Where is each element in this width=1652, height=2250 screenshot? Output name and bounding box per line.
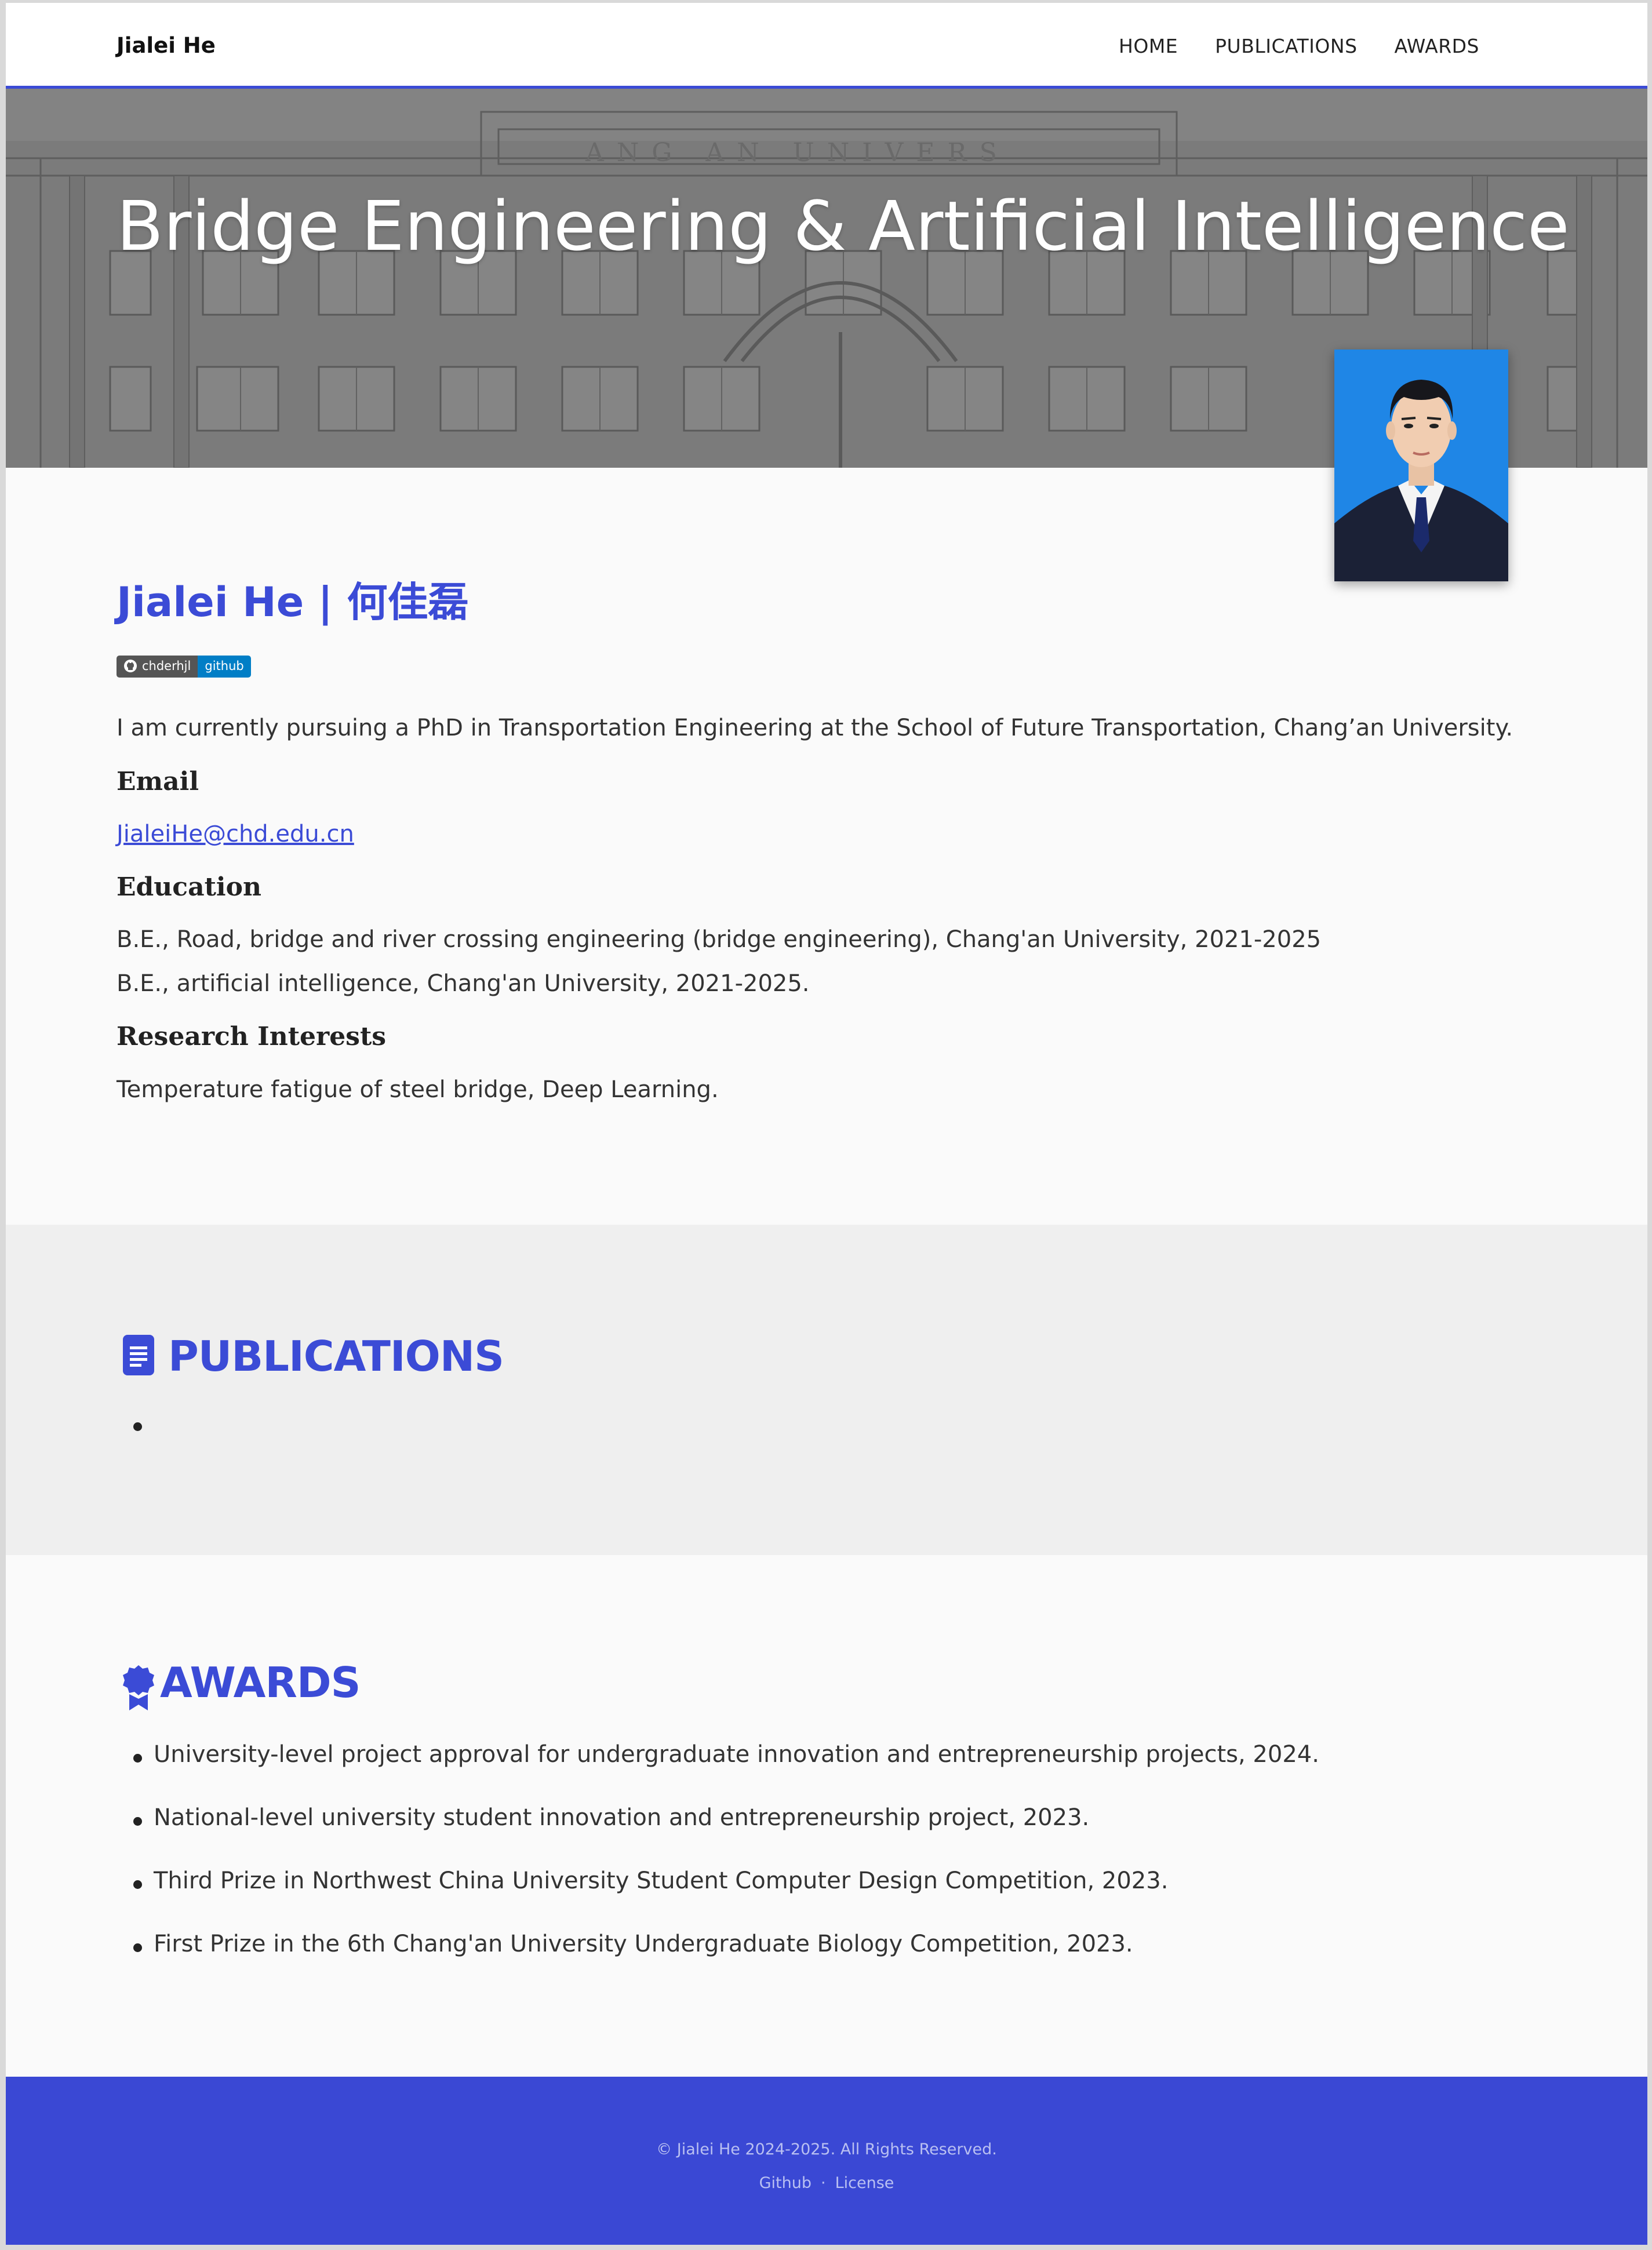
award-ribbon-icon — [122, 1664, 155, 1714]
email-heading: Email — [117, 767, 199, 796]
award-item: First Prize in the 6th Chang'an Universi… — [154, 1931, 1133, 1957]
research-text: Temperature fatigue of steel bridge, Dee… — [117, 1076, 719, 1103]
page: Jialei He HOME PUBLICATIONS AWARDS ANG A… — [6, 3, 1647, 2245]
profile-name-heading: Jialei He | 何佳磊 — [117, 578, 469, 626]
footer-separator: · — [820, 2174, 826, 2192]
nav-link-publications[interactable]: PUBLICATIONS — [1215, 35, 1357, 57]
footer-link-license[interactable]: License — [835, 2174, 894, 2192]
site-footer: © Jialei He 2024-2025. All Rights Reserv… — [6, 2077, 1647, 2245]
education-item: B.E., Road, bridge and river crossing en… — [117, 926, 1322, 953]
education-heading: Education — [117, 872, 261, 902]
nav-links: HOME PUBLICATIONS AWARDS — [1119, 35, 1479, 57]
document-icon — [122, 1334, 155, 1379]
award-list-bullet — [133, 1754, 142, 1763]
research-heading: Research Interests — [117, 1022, 387, 1051]
nav-link-home[interactable]: HOME — [1119, 35, 1178, 57]
profile-photo — [1334, 349, 1508, 581]
nav-link-awards[interactable]: AWARDS — [1395, 35, 1479, 57]
intro-text: I am currently pursuing a PhD in Transpo… — [117, 715, 1513, 741]
publication-list-bullet — [133, 1422, 142, 1431]
footer-links: Github · License — [6, 2174, 1647, 2192]
publications-section: PUBLICATIONS — [6, 1225, 1647, 1555]
award-list-bullet — [133, 1943, 142, 1952]
award-item: Third Prize in Northwest China Universit… — [154, 1867, 1169, 1894]
award-list-bullet — [133, 1880, 142, 1889]
building-sign: ANG AN UNIVERS — [585, 138, 1010, 168]
awards-title: AWARDS — [160, 1658, 361, 1707]
footer-link-github[interactable]: Github — [759, 2174, 812, 2192]
github-icon — [123, 659, 137, 678]
top-navbar: Jialei He HOME PUBLICATIONS AWARDS — [6, 3, 1647, 89]
award-item: National-level university student innova… — [154, 1804, 1090, 1831]
badge-service: github — [198, 656, 251, 678]
award-item: University-level project approval for un… — [154, 1741, 1319, 1768]
email-link[interactable]: JialeiHe@chd.edu.cn — [117, 821, 354, 847]
site-brand[interactable]: Jialei He — [117, 33, 216, 58]
award-list-bullet — [133, 1817, 142, 1826]
hero-title: Bridge Engineering & Artificial Intellig… — [117, 186, 1570, 266]
publications-title: PUBLICATIONS — [168, 1332, 504, 1381]
education-item: B.E., artificial intelligence, Chang'an … — [117, 970, 810, 997]
github-badge[interactable]: chderhjl github — [117, 656, 251, 678]
badge-user: chderhjl — [142, 659, 191, 673]
footer-copyright: © Jialei He 2024-2025. All Rights Reserv… — [656, 2140, 997, 2158]
